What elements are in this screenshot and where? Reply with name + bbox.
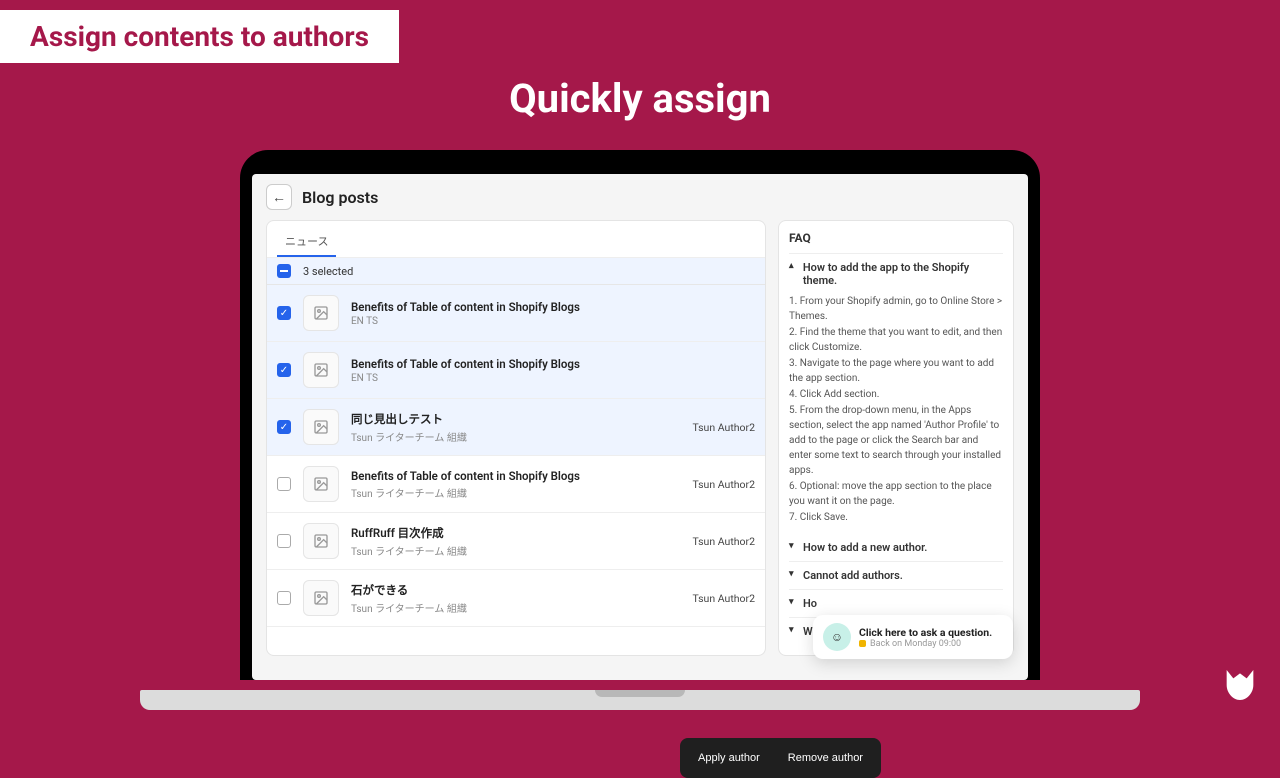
laptop-frame: ← Blog posts ニュース 3 selected Benefits of… — [240, 150, 1040, 680]
laptop-base — [140, 690, 1140, 710]
page-title: Blog posts — [302, 188, 378, 207]
row-subtitle: Tsun ライターチーム 組織 — [351, 429, 680, 444]
table-row[interactable]: 石ができる Tsun ライターチーム 組織 Tsun Author2 — [267, 570, 765, 627]
table-row[interactable]: RuffRuff 目次作成 Tsun ライターチーム 組織 Tsun Author2 — [267, 513, 765, 570]
row-subtitle: EN TS — [351, 373, 743, 384]
row-author: Tsun Author2 — [692, 478, 755, 491]
caret-up-icon: ▴ — [789, 261, 799, 271]
faq-question: How to add the app to the Shopify theme. — [803, 261, 1003, 287]
row-subtitle: EN TS — [351, 316, 743, 327]
faq-item[interactable]: ▾ Cannot add authors. — [789, 561, 1003, 589]
chat-prompt: Click here to ask a question. — [859, 626, 992, 639]
faq-item-expanded[interactable]: ▴ How to add the app to the Shopify them… — [789, 253, 1003, 294]
caret-down-icon: ▾ — [789, 541, 799, 551]
tab-news[interactable]: ニュース — [277, 227, 336, 257]
selected-count: 3 selected — [303, 265, 353, 278]
caret-down-icon: ▾ — [789, 569, 799, 579]
faq-item[interactable]: ▾ How to add a new author. — [789, 534, 1003, 561]
table-row[interactable]: Benefits of Table of content in Shopify … — [267, 342, 765, 399]
banner-title: Assign contents to authors — [30, 20, 369, 53]
faq-panel: FAQ ▴ How to add the app to the Shopify … — [778, 220, 1014, 656]
caret-down-icon: ▾ — [789, 597, 799, 607]
image-placeholder-icon — [303, 580, 339, 616]
chat-avatar-icon: ☺ — [823, 623, 851, 651]
row-checkbox[interactable] — [277, 363, 291, 377]
row-checkbox[interactable] — [277, 477, 291, 491]
image-placeholder-icon — [303, 295, 339, 331]
caret-down-icon: ▾ — [789, 625, 799, 635]
row-title: Benefits of Table of content in Shopify … — [351, 469, 680, 483]
row-title: Benefits of Table of content in Shopify … — [351, 357, 743, 371]
row-author: Tsun Author2 — [692, 421, 755, 434]
app-header: ← Blog posts — [252, 174, 1028, 220]
faq-heading: FAQ — [789, 231, 1003, 245]
row-checkbox[interactable] — [277, 420, 291, 434]
wolf-logo-icon — [1220, 665, 1260, 705]
table-row[interactable]: 同じ見出しテスト Tsun ライターチーム 組織 Tsun Author2 — [267, 399, 765, 456]
posts-panel: ニュース 3 selected Benefits of Table of con… — [266, 220, 766, 656]
faq-answer: 1. From your Shopify admin, go to Online… — [789, 294, 1003, 534]
table-row[interactable]: Benefits of Table of content in Shopify … — [267, 456, 765, 513]
image-placeholder-icon — [303, 523, 339, 559]
faq-question: How to add a new author. — [803, 541, 927, 554]
row-title: 石ができる — [351, 582, 680, 598]
row-author: Tsun Author2 — [692, 535, 755, 548]
row-checkbox[interactable] — [277, 306, 291, 320]
image-placeholder-icon — [303, 466, 339, 502]
bulk-select-row: 3 selected — [267, 258, 765, 285]
table-row[interactable]: Benefits of Table of content in Shopify … — [267, 285, 765, 342]
select-all-checkbox[interactable] — [277, 264, 291, 278]
row-title: 同じ見出しテスト — [351, 411, 680, 427]
chat-status: Back on Monday 09:00 — [859, 639, 992, 649]
faq-question: Cannot add authors. — [803, 569, 903, 582]
row-checkbox[interactable] — [277, 591, 291, 605]
banner: Assign contents to authors — [0, 10, 399, 63]
arrow-left-icon: ← — [272, 189, 286, 206]
headline: Quickly assign — [0, 75, 1280, 122]
row-title: RuffRuff 目次作成 — [351, 525, 680, 541]
image-placeholder-icon — [303, 352, 339, 388]
row-subtitle: Tsun ライターチーム 組織 — [351, 485, 680, 500]
back-button[interactable]: ← — [266, 184, 292, 210]
chat-widget[interactable]: ☺ Click here to ask a question. Back on … — [813, 615, 1013, 659]
row-title: Benefits of Table of content in Shopify … — [351, 300, 743, 314]
faq-question: Ho — [803, 597, 817, 610]
tab-row: ニュース — [267, 221, 765, 258]
row-subtitle: Tsun ライターチーム 組織 — [351, 600, 680, 615]
row-checkbox[interactable] — [277, 534, 291, 548]
row-author: Tsun Author2 — [692, 592, 755, 605]
image-placeholder-icon — [303, 409, 339, 445]
faq-item[interactable]: ▾ Ho — [789, 589, 1003, 617]
row-subtitle: Tsun ライターチーム 組織 — [351, 543, 680, 558]
